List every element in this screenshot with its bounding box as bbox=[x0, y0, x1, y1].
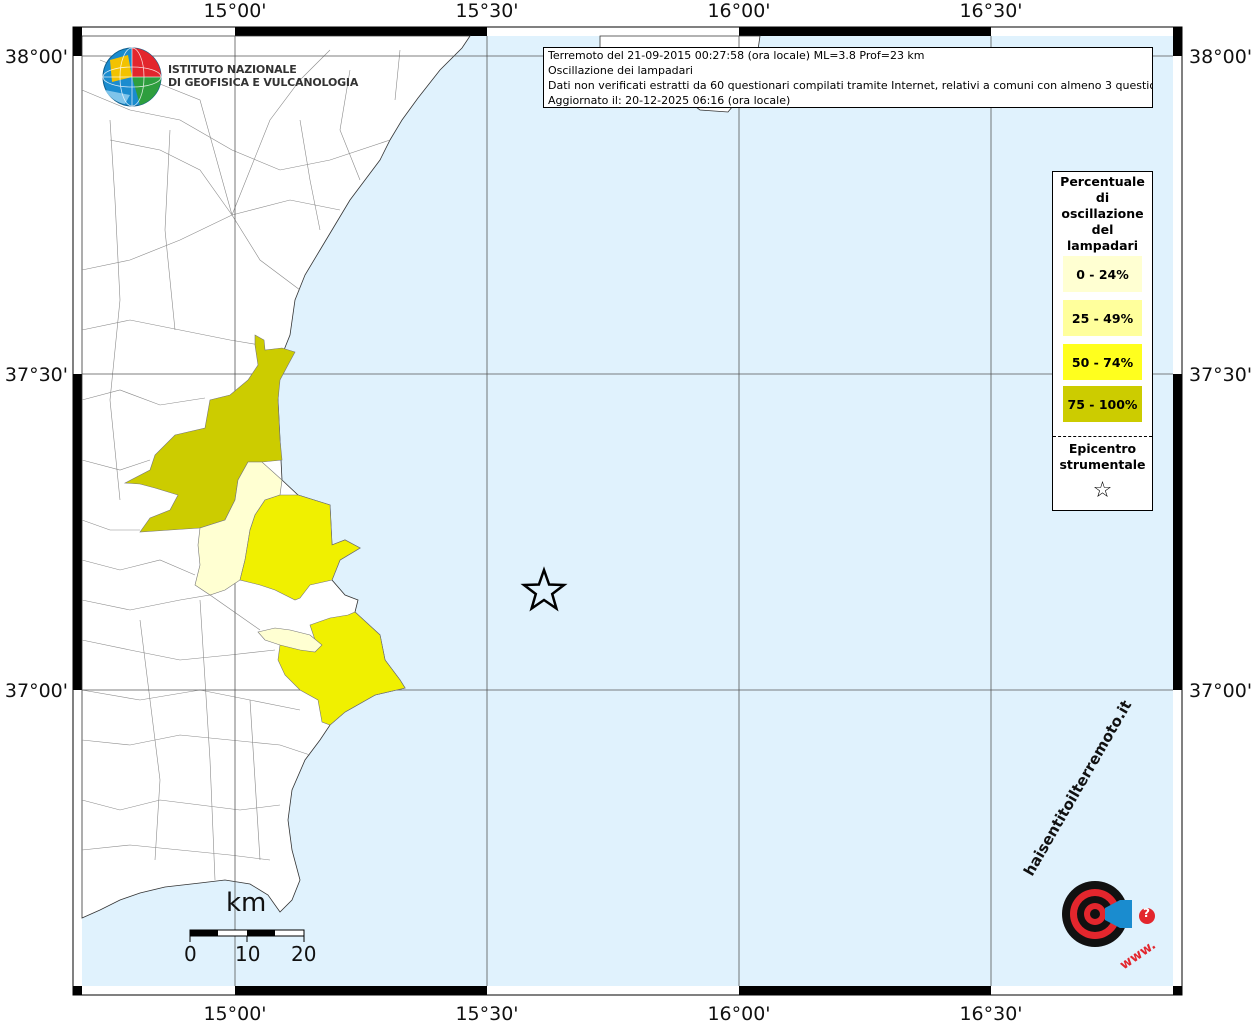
legend-swatch-50-74: 50 - 74% bbox=[1063, 344, 1142, 380]
legend-separator bbox=[1053, 436, 1152, 437]
right-label-3: 37°00' bbox=[1189, 680, 1252, 702]
left-label-3: 37°00' bbox=[5, 680, 68, 702]
info-line-event: Terremoto del 21-09-2015 00:27:58 (ora l… bbox=[548, 49, 925, 62]
legend-epicenter-title: Epicentro strumentale bbox=[1059, 441, 1146, 472]
scale-label-20: 20 bbox=[291, 942, 317, 966]
bottom-label-2: 15°30' bbox=[455, 1003, 518, 1024]
ingv-logo-text: ISTITUTO NAZIONALE DI GEOFISICA E VULCAN… bbox=[168, 63, 359, 89]
legend-swatch-75-100: 75 - 100% bbox=[1063, 386, 1142, 422]
left-label-2: 37°30' bbox=[5, 364, 68, 386]
info-line-updated: Aggiornato il: 20-12-2025 06:16 (ora loc… bbox=[548, 94, 791, 107]
right-label-1: 38°00' bbox=[1189, 46, 1252, 68]
info-line-data: Dati non verificati estratti da 60 quest… bbox=[548, 79, 1152, 92]
legend: Percentuale di oscillazione del lampadar… bbox=[1052, 171, 1153, 511]
info-line-topic: Oscillazione dei lampadari bbox=[548, 64, 693, 77]
top-label-4: 16°30' bbox=[959, 0, 1022, 22]
top-label-2: 15°30' bbox=[455, 0, 518, 22]
hsit-question-icon: ? bbox=[1143, 906, 1150, 920]
scale-label-10: 10 bbox=[235, 942, 261, 966]
scale-label-0: 0 bbox=[184, 942, 197, 966]
legend-star-icon: ☆ bbox=[1092, 478, 1113, 503]
earthquake-info-box: Terremoto del 21-09-2015 00:27:58 (ora l… bbox=[543, 47, 1153, 108]
bottom-label-3: 16°00' bbox=[707, 1003, 770, 1024]
left-label-1: 38°00' bbox=[5, 46, 68, 68]
bottom-label-4: 16°30' bbox=[959, 1003, 1022, 1024]
scale-title: km bbox=[226, 888, 267, 918]
bottom-label-1: 15°00' bbox=[203, 1003, 266, 1024]
top-label-1: 15°00' bbox=[203, 0, 266, 22]
intensity-map: 15°00' 15°30' 16°00' 16°30' 15°00' 15°30… bbox=[5, 0, 1252, 1024]
ingv-globe-icon bbox=[102, 47, 162, 107]
right-label-2: 37°30' bbox=[1189, 364, 1252, 386]
legend-title: Percentuale di oscillazione del lampadar… bbox=[1060, 174, 1145, 253]
legend-swatch-0-24: 0 - 24% bbox=[1063, 256, 1142, 292]
legend-swatch-25-49: 25 - 49% bbox=[1063, 300, 1142, 336]
top-label-3: 16°00' bbox=[707, 0, 770, 22]
